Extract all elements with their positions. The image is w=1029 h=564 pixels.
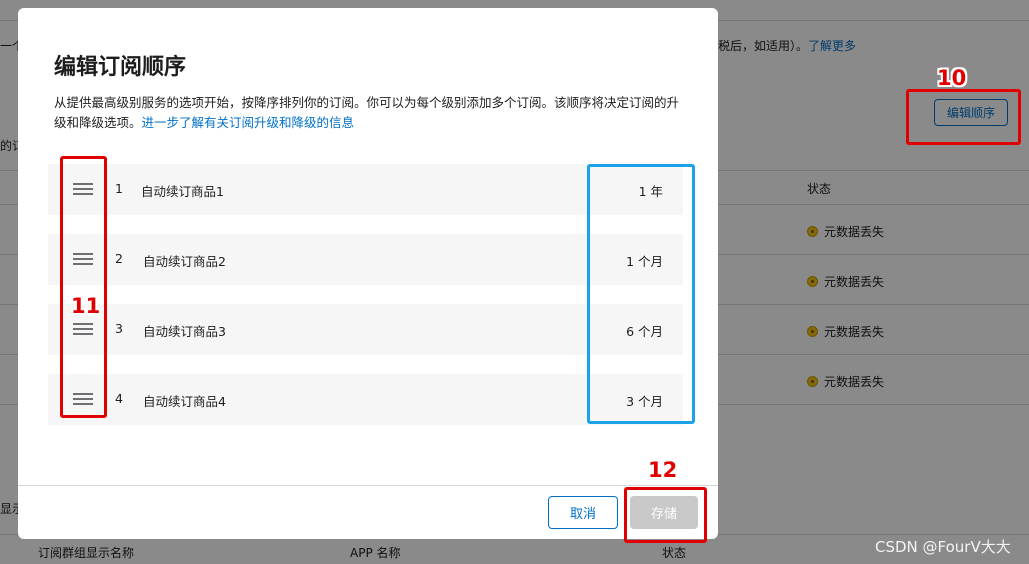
annotation-label-10: 10 bbox=[937, 66, 967, 90]
annotation-label-11: 11 bbox=[71, 294, 101, 318]
row-index: 2 bbox=[115, 251, 123, 266]
row-index: 3 bbox=[115, 321, 123, 336]
cancel-button[interactable]: 取消 bbox=[548, 496, 618, 529]
row-name: 自动续订商品4 bbox=[143, 394, 226, 409]
dialog-description: 从提供最高级别服务的选项开始，按降序排列你的订阅。你可以为每个级别添加多个订阅。… bbox=[54, 93, 679, 133]
dialog-footer-divider bbox=[18, 485, 718, 486]
dialog-title: 编辑订阅顺序 bbox=[54, 55, 187, 80]
annotation-label-12: 12 bbox=[648, 458, 678, 482]
row-name: 自动续订商品1 bbox=[141, 184, 224, 199]
annotation-box-11 bbox=[60, 156, 107, 418]
annotation-box-12 bbox=[624, 487, 707, 543]
row-index: 4 bbox=[115, 391, 123, 406]
upgrade-downgrade-info-link[interactable]: 进一步了解有关订阅升级和降级的信息 bbox=[142, 115, 355, 130]
row-name: 自动续订商品3 bbox=[143, 324, 226, 339]
annotation-box-10 bbox=[906, 89, 1021, 145]
row-name: 自动续订商品2 bbox=[143, 254, 226, 269]
annotation-box-durations bbox=[587, 164, 695, 424]
row-index: 1 bbox=[115, 181, 123, 196]
watermark-text: CSDN @FourV大大 bbox=[875, 538, 1011, 556]
